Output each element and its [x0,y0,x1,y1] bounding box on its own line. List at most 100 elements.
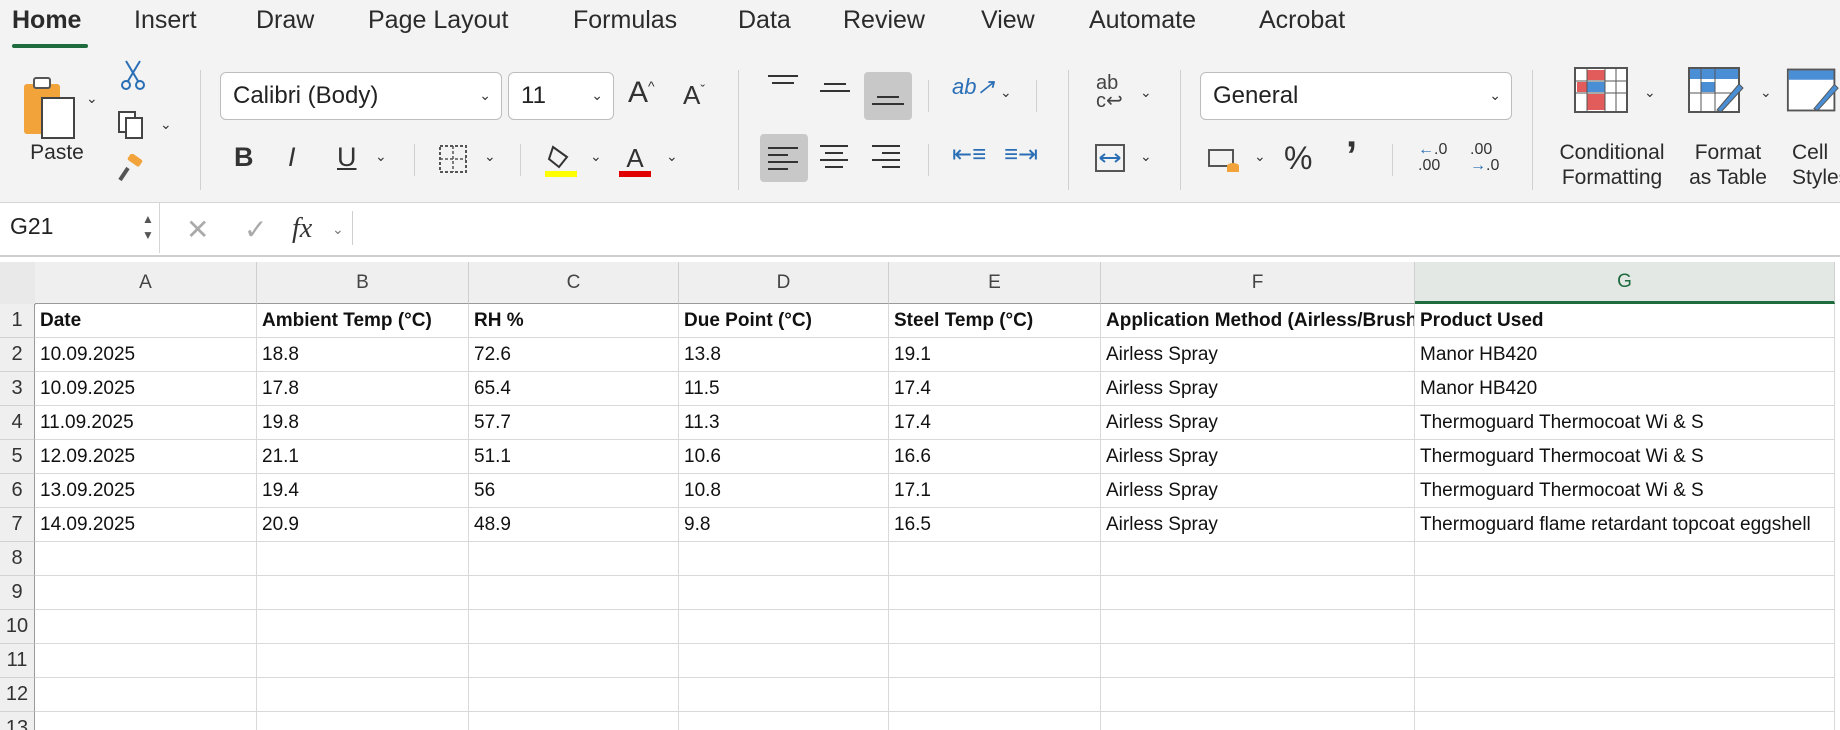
borders-button[interactable] [436,142,470,176]
tab-home[interactable]: Home [12,6,81,35]
cell-b4[interactable]: 19.8 [257,406,469,440]
cell-b6[interactable]: 19.4 [257,474,469,508]
cell-f2[interactable]: Airless Spray [1101,338,1415,372]
orientation-button[interactable]: ab↗ [952,74,995,100]
cell-f1[interactable]: Application Method (Airless/Brush/Roller… [1101,304,1415,338]
underline-dropdown-icon[interactable]: ⌄ [375,148,387,165]
cell-d11[interactable] [679,644,889,678]
cell-c4[interactable]: 57.7 [469,406,679,440]
cell-a9[interactable] [35,576,257,610]
cell-g8[interactable] [1415,542,1835,576]
cell-c6[interactable]: 56 [469,474,679,508]
cell-f11[interactable] [1101,644,1415,678]
copy-dropdown-icon[interactable]: ⌄ [160,116,172,133]
row-header-9[interactable]: 9 [0,576,35,610]
tab-formulas[interactable]: Formulas [573,6,677,35]
tab-automate[interactable]: Automate [1089,6,1196,35]
row-header-8[interactable]: 8 [0,542,35,576]
paste-dropdown-icon[interactable]: ⌄ [86,90,98,107]
cell-d7[interactable]: 9.8 [679,508,889,542]
cell-b1[interactable]: Ambient Temp (°C) [257,304,469,338]
cell-e12[interactable] [889,678,1101,712]
cell-b12[interactable] [257,678,469,712]
cell-e7[interactable]: 16.5 [889,508,1101,542]
paste-button[interactable] [18,72,82,144]
italic-button[interactable]: I [288,142,296,173]
cell-b3[interactable]: 17.8 [257,372,469,406]
cell-c10[interactable] [469,610,679,644]
format-painter-button[interactable] [114,152,148,186]
row-header-12[interactable]: 12 [0,678,35,712]
cell-c8[interactable] [469,542,679,576]
cell-b7[interactable]: 20.9 [257,508,469,542]
cell-g5[interactable]: Thermoguard Thermocoat Wi & S [1415,440,1835,474]
cell-f12[interactable] [1101,678,1415,712]
cell-a8[interactable] [35,542,257,576]
spreadsheet-grid[interactable]: A B C D E F G 1 Date Ambient Temp (°C) RH % Due Poi… [0,262,1840,730]
cell-f13[interactable] [1101,712,1415,730]
increase-font-size-button[interactable]: A^ [628,76,655,110]
increase-decimal-button[interactable]: ←.0.00 [1418,142,1447,174]
cell-d9[interactable] [679,576,889,610]
tab-acrobat[interactable]: Acrobat [1259,6,1345,35]
fill-color-dropdown-icon[interactable]: ⌄ [590,148,602,165]
tab-view[interactable]: View [981,6,1035,35]
row-header-4[interactable]: 4 [0,406,35,440]
row-header-7[interactable]: 7 [0,508,35,542]
cell-d10[interactable] [679,610,889,644]
cell-f10[interactable] [1101,610,1415,644]
decrease-decimal-button[interactable]: .00 →.0 [1470,142,1499,174]
cell-d1[interactable]: Due Point (°C) [679,304,889,338]
cell-g9[interactable] [1415,576,1835,610]
cell-c11[interactable] [469,644,679,678]
enter-check-icon[interactable]: ✓ [244,213,267,246]
cell-a11[interactable] [35,644,257,678]
orientation-dropdown-icon[interactable]: ⌄ [1000,84,1012,101]
cell-a10[interactable] [35,610,257,644]
cell-f6[interactable]: Airless Spray [1101,474,1415,508]
formula-input[interactable] [352,211,1840,245]
cell-g11[interactable] [1415,644,1835,678]
select-all-corner[interactable] [0,262,36,305]
row-header-10[interactable]: 10 [0,610,35,644]
cell-b11[interactable] [257,644,469,678]
bold-button[interactable]: B [234,142,254,173]
cell-e13[interactable] [889,712,1101,730]
cell-a2[interactable]: 10.09.2025 [35,338,257,372]
decrease-font-size-button[interactable]: Aˇ [683,80,705,111]
cell-a3[interactable]: 10.09.2025 [35,372,257,406]
cell-e10[interactable] [889,610,1101,644]
merge-dropdown-icon[interactable]: ⌄ [1140,148,1152,165]
cell-a6[interactable]: 13.09.2025 [35,474,257,508]
name-box-stepper[interactable]: ▲ ▼ [142,211,154,243]
cancel-icon[interactable]: ✕ [186,213,209,246]
increase-indent-button[interactable]: ≡⇥ [1004,140,1038,169]
cell-a4[interactable]: 11.09.2025 [35,406,257,440]
font-color-dropdown-icon[interactable]: ⌄ [666,148,678,165]
decrease-indent-button[interactable]: ⇤≡ [952,140,986,169]
accounting-format-button[interactable] [1206,142,1242,176]
cell-d2[interactable]: 13.8 [679,338,889,372]
cell-d8[interactable] [679,542,889,576]
align-top-button[interactable] [768,70,802,110]
cell-a13[interactable] [35,712,257,730]
column-header-e[interactable]: E [889,262,1101,304]
wrap-text-button[interactable]: ab c↩ [1096,73,1123,111]
tab-page-layout[interactable]: Page Layout [368,6,508,35]
align-center-button[interactable] [820,140,854,180]
row-header-6[interactable]: 6 [0,474,35,508]
cell-e4[interactable]: 17.4 [889,406,1101,440]
row-header-5[interactable]: 5 [0,440,35,474]
align-left-button[interactable] [760,134,808,182]
column-header-d[interactable]: D [679,262,889,304]
cell-b10[interactable] [257,610,469,644]
underline-button[interactable]: U [337,142,357,173]
conditional-formatting-button[interactable] [1572,64,1630,116]
percent-style-button[interactable]: % [1284,140,1312,177]
cell-a1[interactable]: Date [35,304,257,338]
cell-e1[interactable]: Steel Temp (°C) [889,304,1101,338]
chevron-down-icon[interactable]: ⌄ [332,221,344,238]
number-format-select[interactable]: General ⌄ [1200,72,1512,120]
cell-c12[interactable] [469,678,679,712]
cell-g10[interactable] [1415,610,1835,644]
